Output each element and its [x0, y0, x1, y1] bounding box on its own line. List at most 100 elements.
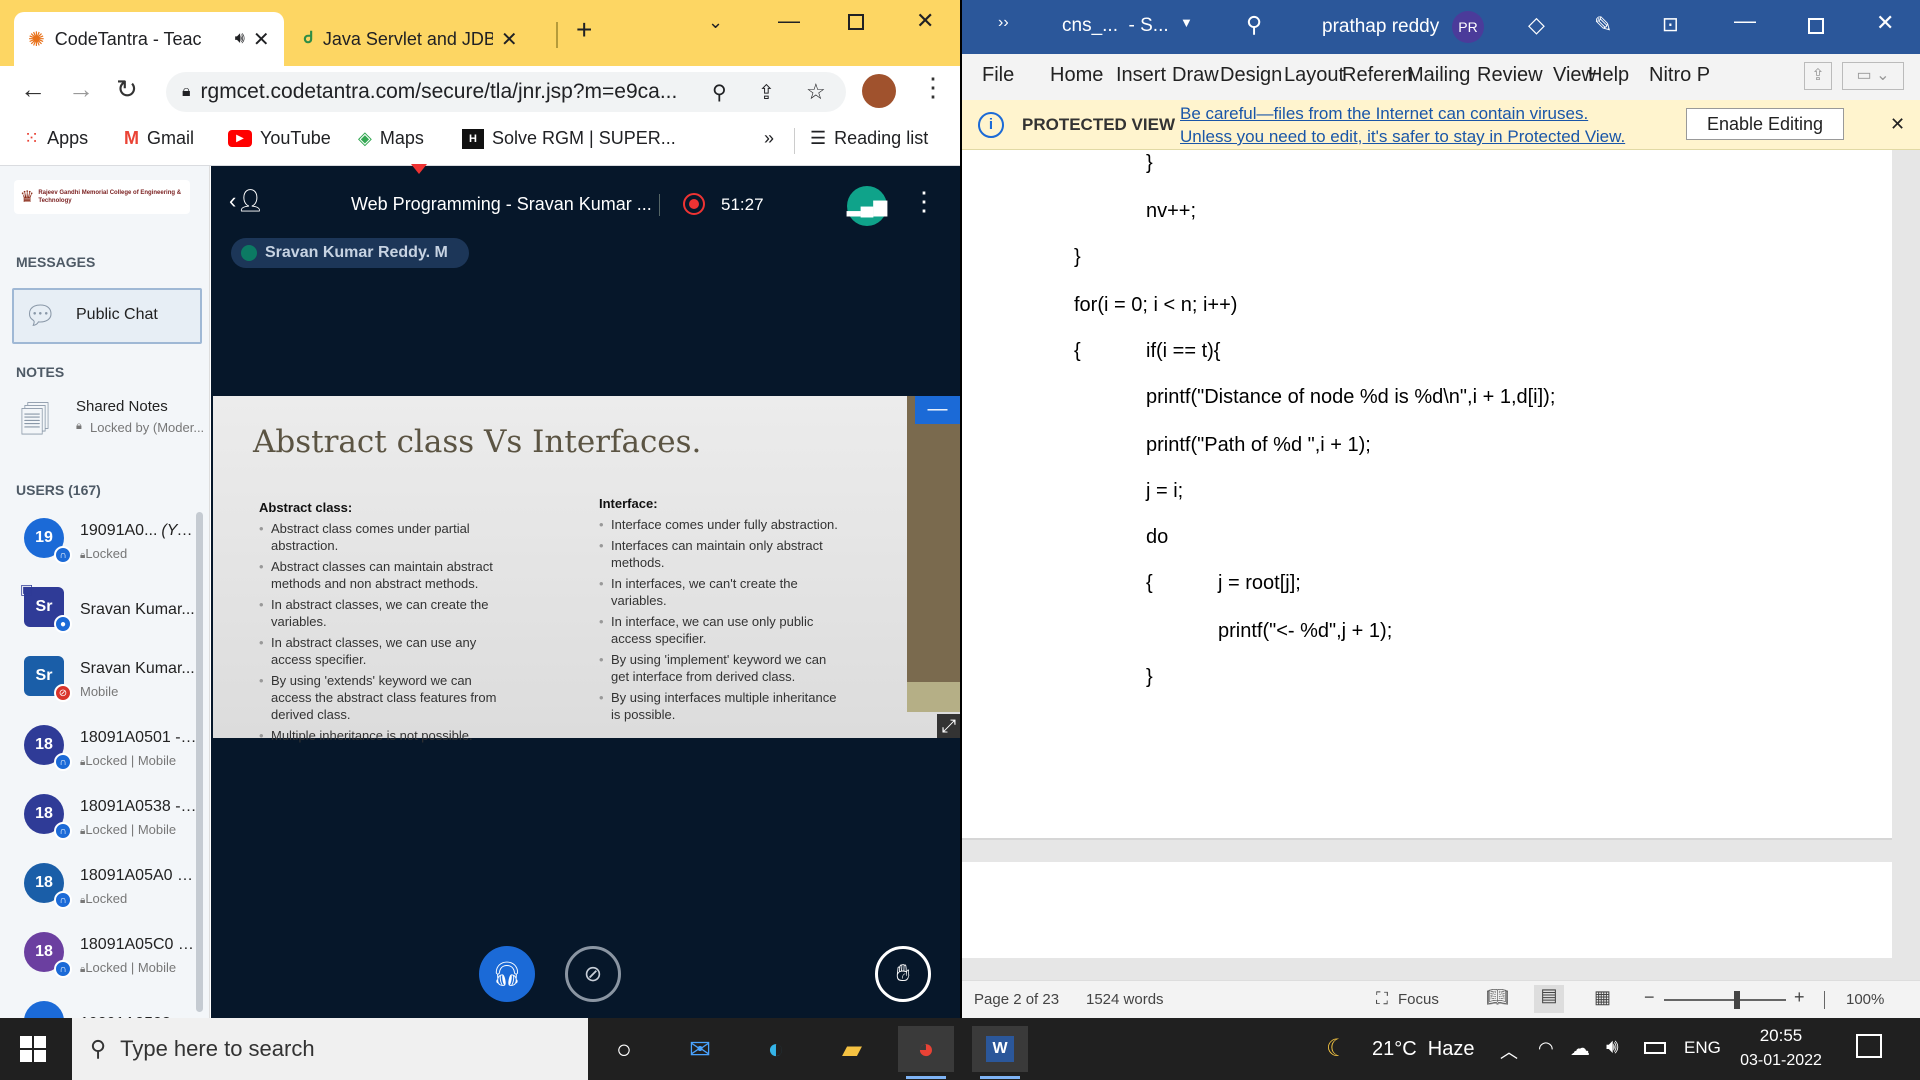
clock-time[interactable]: 20:55: [1736, 1026, 1826, 1046]
shared-notes-item[interactable]: 🗐 Shared Notes 🔒︎ Locked by (Moder...: [12, 392, 204, 450]
battery-icon[interactable]: [1644, 1042, 1666, 1054]
user-list-item[interactable]: 19 ∩ 19091A0... (You) 🔒︎Locked: [14, 514, 200, 574]
taskbar-search-box[interactable]: ⚲ Type here to search: [72, 1018, 588, 1080]
file-explorer-icon[interactable]: ▰: [824, 1026, 880, 1072]
ribbon-tab-draw[interactable]: Draw: [1172, 64, 1219, 87]
account-name[interactable]: prathap reddy: [1322, 16, 1439, 38]
ribbon-tab-referen[interactable]: Referen: [1342, 64, 1413, 87]
close-window-button[interactable]: ✕: [916, 8, 934, 34]
zoom-in-button[interactable]: +: [1794, 987, 1805, 1008]
word-count[interactable]: 1524 words: [1086, 991, 1164, 1008]
ribbon-tab-layout[interactable]: Layout: [1284, 64, 1344, 87]
premium-diamond-icon[interactable]: ◇: [1528, 12, 1545, 38]
public-chat-item[interactable]: 💬︎ Public Chat: [12, 288, 202, 344]
edge-icon[interactable]: ◐: [748, 1026, 804, 1072]
connection-status-icon[interactable]: ▂▄▆: [847, 186, 887, 226]
share-icon[interactable]: ⇪: [758, 80, 775, 105]
enable-editing-button[interactable]: Enable Editing: [1686, 108, 1844, 140]
protected-warning-link[interactable]: Be careful—files from the Internet can c…: [1180, 104, 1588, 124]
reading-list[interactable]: ☰ Reading list: [810, 128, 928, 149]
new-tab-button[interactable]: +: [576, 14, 592, 46]
bookmark-youtube[interactable]: ▶ YouTube: [228, 128, 331, 149]
weather-moon-icon[interactable]: ☾: [1326, 1034, 1348, 1063]
focus-mode-button[interactable]: Focus: [1398, 991, 1439, 1008]
close-window-button[interactable]: ✕: [1876, 10, 1894, 36]
windows-start-icon[interactable]: [20, 1036, 46, 1062]
bookmark-maps[interactable]: ◈ Maps: [358, 128, 424, 149]
reload-button[interactable]: ↻: [116, 74, 138, 105]
toggle-users-icon[interactable]: ‹👤︎: [229, 188, 264, 214]
ribbon-tab-insert[interactable]: Insert: [1116, 64, 1166, 87]
protected-advice-link[interactable]: Unless you need to edit, it's safer to s…: [1180, 127, 1625, 147]
tab-codetantra[interactable]: ✺ CodeTantra - Teac 🔊︎ ✕: [14, 12, 284, 66]
zoom-slider-thumb[interactable]: [1734, 991, 1740, 1009]
mail-icon[interactable]: ✉: [672, 1026, 728, 1072]
ribbon-tab-design[interactable]: Design: [1220, 64, 1282, 87]
zoom-level[interactable]: 100%: [1846, 991, 1884, 1008]
speaker-icon[interactable]: 🔊︎: [235, 30, 245, 48]
ribbon-tab-nitro-p[interactable]: Nitro P: [1649, 64, 1710, 87]
maximize-button[interactable]: [1808, 18, 1824, 34]
bookmark-apps[interactable]: ⁙ Apps: [24, 128, 88, 149]
clock-date[interactable]: 03-01-2022: [1730, 1052, 1832, 1070]
search-icon[interactable]: ⚲: [1246, 12, 1262, 38]
print-layout-icon[interactable]: ▤: [1534, 985, 1564, 1013]
word-taskbar-icon[interactable]: W: [972, 1026, 1028, 1072]
video-off-button[interactable]: ⊘: [565, 946, 621, 1002]
ribbon-display-icon[interactable]: ⊡: [1662, 12, 1679, 37]
notification-center-icon[interactable]: [1856, 1034, 1882, 1058]
minimize-button[interactable]: —: [778, 8, 800, 34]
audio-headphones-button[interactable]: 🎧︎: [479, 946, 535, 1002]
ribbon-tab-help[interactable]: Help: [1588, 64, 1629, 87]
ribbon-tab-file[interactable]: File: [982, 64, 1014, 87]
chrome-taskbar-icon[interactable]: ◕: [898, 1026, 954, 1072]
doc-dropdown-icon[interactable]: ▼: [1180, 15, 1193, 30]
cortana-icon[interactable]: ○: [596, 1026, 652, 1072]
raise-hand-button[interactable]: ✋︎: [875, 946, 931, 1002]
show-hidden-icons-chevron-icon[interactable]: ︿: [1500, 1038, 1518, 1064]
bookmarks-overflow[interactable]: »: [764, 128, 774, 149]
record-icon[interactable]: [683, 193, 705, 215]
ribbon-tab-home[interactable]: Home: [1050, 64, 1103, 87]
user-list-item[interactable]: 18 ∩ 18091A0538 - ... 🔒︎Locked | Mobile: [14, 790, 200, 850]
comments-icon[interactable]: ▭ ⌄: [1842, 62, 1904, 90]
user-list-item[interactable]: 18 ∩ 18091A05A0 - ... 🔒︎Locked: [14, 859, 200, 919]
web-layout-icon[interactable]: ▦: [1594, 987, 1611, 1008]
profile-avatar[interactable]: [862, 74, 896, 108]
ribbon-tab-mailing[interactable]: Mailing: [1407, 64, 1470, 87]
minimize-button[interactable]: —: [1734, 8, 1756, 34]
chrome-menu-icon[interactable]: ⋮: [920, 72, 946, 103]
user-list-item[interactable]: 18 ∩ 18091A0501 - ... 🔒︎Locked | Mobile: [14, 721, 200, 781]
volume-icon[interactable]: 🔊︎: [1606, 1036, 1619, 1059]
zoom-slider[interactable]: [1664, 999, 1786, 1001]
quick-access-chevron-icon[interactable]: ››: [998, 14, 1009, 32]
users-scrollbar[interactable]: [196, 512, 203, 1012]
weather-text[interactable]: 21°C Haze: [1372, 1038, 1475, 1061]
close-tab-icon[interactable]: ✕: [253, 27, 270, 52]
zoom-icon[interactable]: ⚲: [712, 80, 727, 105]
language-indicator[interactable]: ENG: [1684, 1038, 1721, 1058]
tab-java-servlet[interactable]: Ꮷ Java Servlet and JDBC ✕: [290, 12, 550, 66]
bookmark-solve-rgm[interactable]: H Solve RGM | SUPER...: [462, 128, 676, 149]
minimize-presentation-button[interactable]: —: [915, 396, 960, 424]
close-tab-icon[interactable]: ✕: [501, 27, 518, 52]
read-mode-icon[interactable]: 📖︎: [1486, 987, 1509, 1008]
address-bar[interactable]: 🔒︎ rgmcet.codetantra.com/secure/tla/jnr.…: [166, 72, 846, 112]
document-page[interactable]: } nv++; } for(i = 0; i < n; i++) { if(i …: [962, 150, 1892, 840]
forward-button[interactable]: →: [68, 74, 94, 105]
fullscreen-icon[interactable]: ⤢: [937, 714, 960, 738]
user-list-item[interactable]: Sr ⊘ Sravan Kumar... Mobile: [14, 652, 200, 712]
pen-icon[interactable]: ✎: [1594, 12, 1612, 38]
options-menu-icon[interactable]: ⋮: [911, 186, 937, 217]
wifi-icon[interactable]: ◠: [1538, 1038, 1554, 1059]
user-list-item[interactable]: 19091A0502: [14, 997, 200, 1018]
back-button[interactable]: ←: [20, 74, 46, 105]
maximize-button[interactable]: [848, 14, 864, 30]
close-bar-icon[interactable]: ✕: [1890, 114, 1905, 135]
ribbon-tab-review[interactable]: Review: [1477, 64, 1543, 87]
page-count[interactable]: Page 2 of 23: [974, 991, 1059, 1008]
bookmark-star-icon[interactable]: ☆: [806, 79, 826, 105]
next-page[interactable]: [962, 862, 1892, 958]
user-list-item[interactable]: Sr ● ▣ Sravan Kumar...: [14, 581, 200, 643]
zoom-out-button[interactable]: −: [1644, 987, 1655, 1008]
